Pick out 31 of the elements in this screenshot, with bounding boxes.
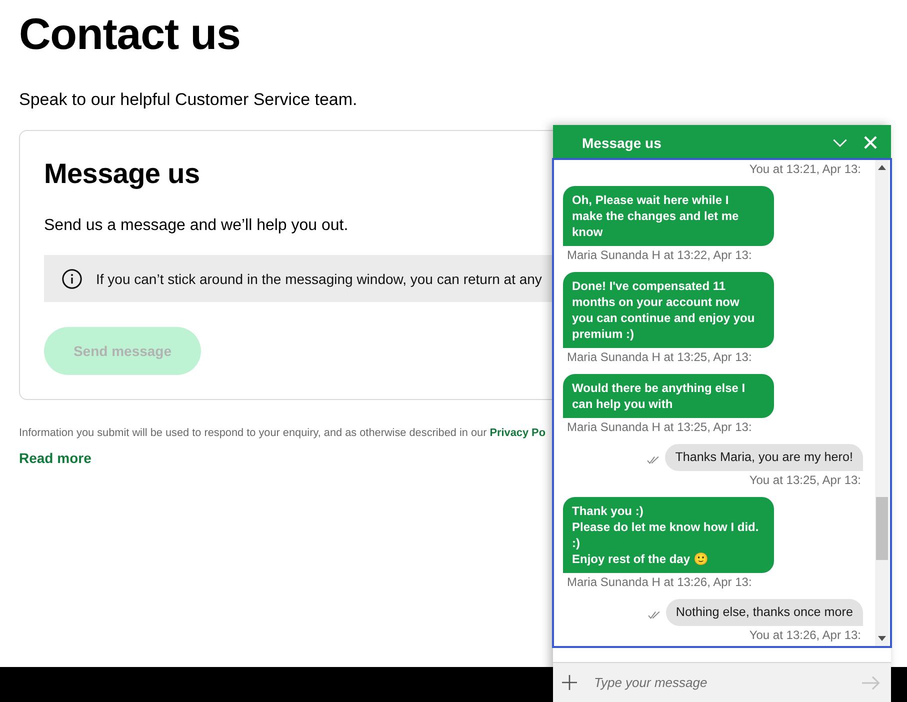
message-input[interactable]: Type your message xyxy=(594,671,852,694)
card-description: Send us a message and we’ll help you out. xyxy=(44,216,348,236)
plus-icon[interactable] xyxy=(562,675,577,690)
read-more-link[interactable]: Read more xyxy=(19,449,92,467)
chevron-down-icon[interactable] xyxy=(833,138,847,146)
message-text: Done! I've compensated 11 months on your account now you can continue and enjoy you premium :) xyxy=(572,279,755,341)
message-composer[interactable]: Type your message xyxy=(553,662,891,702)
message-meta: Maria Sunanda H at 13:26, Apr 13: xyxy=(566,574,752,590)
message-text: Thank you :) Please do let me know how I did. :) Enjoy rest of the day 🙂 xyxy=(572,504,759,566)
scrollbar-thumb[interactable] xyxy=(876,497,888,560)
info-icon xyxy=(62,268,82,288)
page-subtitle: Speak to our helpful Customer Service team. xyxy=(19,89,358,111)
message-text: Would there be anything else I can help you with xyxy=(572,381,746,411)
page-title: Contact us xyxy=(19,9,240,61)
message-meta: Maria Sunanda H at 13:25, Apr 13: xyxy=(566,419,752,435)
privacy-policy-link[interactable]: Privacy Po xyxy=(490,427,546,439)
message-text: Oh, Please wait here while I make the changes and let me know xyxy=(572,193,739,239)
close-icon[interactable] xyxy=(864,136,877,149)
message-text: Nothing else, thanks once more xyxy=(676,605,853,619)
scroll-down-icon[interactable] xyxy=(878,636,886,641)
message-meta: You at 13:25, Apr 13: xyxy=(749,472,862,488)
message-meta: You at 13:21, Apr 13: xyxy=(749,161,862,177)
card-title: Message us xyxy=(44,157,200,191)
message-meta: You at 13:26, Apr 13: xyxy=(749,627,862,643)
notice-text: If you can’t stick around in the messaging window, you can return at any xyxy=(96,270,542,286)
message-text: Thanks Maria, you are my hero! xyxy=(675,450,853,464)
scroll-up-icon[interactable] xyxy=(878,165,886,170)
chat-title: Message us xyxy=(582,134,662,150)
disclaimer-text: Information you submit will be used to respond to your enquiry, and as otherwise described in our Privacy Po xyxy=(19,426,546,440)
message-meta: Maria Sunanda H at 13:22, Apr 13: xyxy=(566,247,752,263)
message-meta: Maria Sunanda H at 13:25, Apr 13: xyxy=(566,349,752,365)
